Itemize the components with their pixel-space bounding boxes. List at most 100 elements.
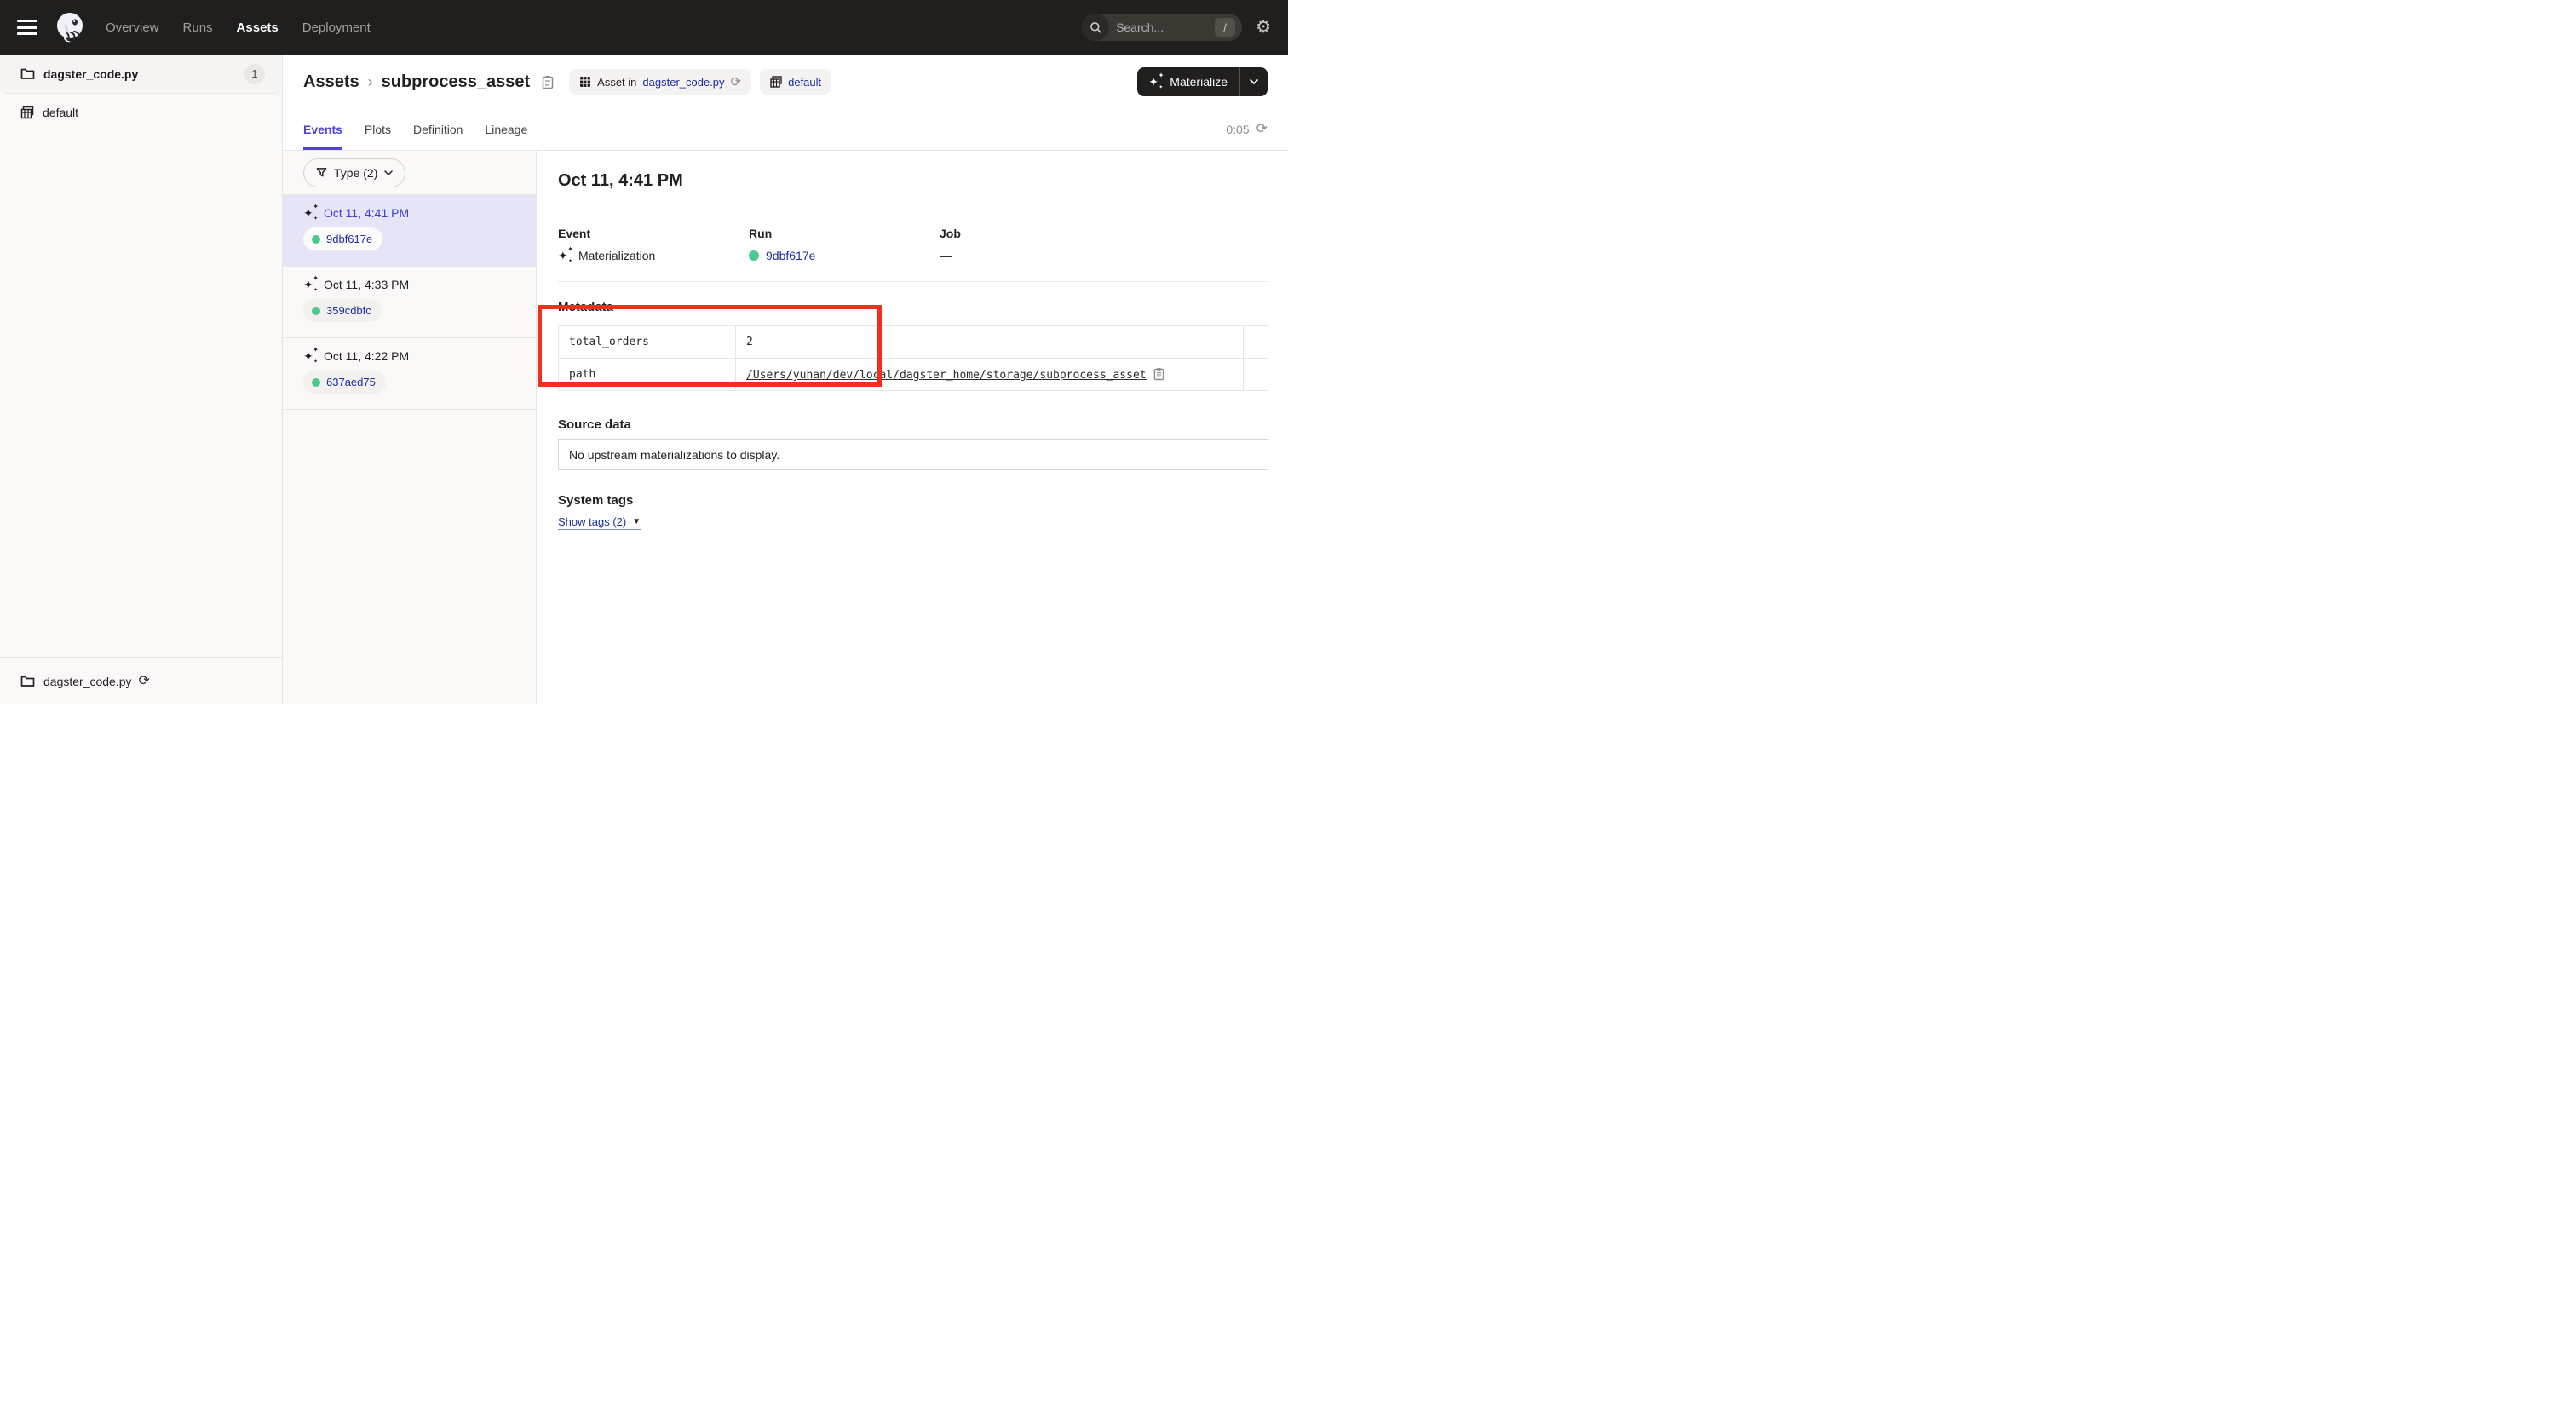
event-detail-panel: Oct 11, 4:41 PM Event ✦ Materialization R… [538,151,1288,704]
asset-table-icon [579,76,591,88]
metadata-key: total_orders [559,326,736,359]
sidebar-item-code-location[interactable]: dagster_code.py 1 [0,55,282,94]
reload-code-location-icon[interactable]: ⟳ [139,675,150,688]
job-value: — [940,249,952,262]
asset-group-icon [770,76,782,88]
gear-icon[interactable]: ⚙ [1256,19,1271,36]
refresh-countdown: 0:05 [1226,123,1249,136]
run-pill[interactable]: 637aed75 [303,371,386,394]
nav-item-assets[interactable]: Assets [237,20,279,35]
code-location-chip: Asset in dagster_code.py ⟳ [569,69,751,95]
asset-header: Assets › subprocess_asset Asset in dagst… [283,55,1288,109]
tab-plots[interactable]: Plots [365,109,391,150]
path-link[interactable]: /Users/yuhan/dev/local/dagster_home/stor… [746,369,1147,382]
run-id: 637aed75 [326,376,376,388]
chip-prefix: Asset in [597,76,636,89]
run-id-link[interactable]: 9dbf617e [766,249,815,262]
tab-events[interactable]: Events [303,109,342,150]
tabs-row: Events Plots Definition Lineage 0:05 ⟳ [283,109,1288,151]
event-filter-row: Type (2) [283,151,536,195]
materialization-icon: ✦ [303,207,317,219]
event-list-item[interactable]: ✦ Oct 11, 4:33 PM 359cdbfc [283,267,536,338]
event-date: Oct 11, 4:41 PM [324,206,409,220]
search-shortcut-badge: / [1215,18,1235,37]
event-date: Oct 11, 4:33 PM [324,278,409,291]
source-data-empty-state: No upstream materializations to display. [558,439,1268,470]
group-chip: default [760,69,831,95]
materialize-label: Materialize [1170,75,1228,89]
sidebar-bottom-code-location[interactable]: dagster_code.py ⟳ [0,657,282,704]
chip-code-location-link[interactable]: dagster_code.py [642,76,724,89]
filter-funnel-icon [316,167,327,178]
type-filter-label: Type (2) [334,166,377,180]
metadata-heading: Metadata [558,300,1268,314]
materialization-icon: ✦ [303,350,317,362]
copy-path-icon[interactable] [1153,367,1164,381]
materialize-button[interactable]: ✦ Materialize [1137,75,1239,89]
run-status-dot [749,250,759,261]
run-status-dot [312,235,320,244]
run-label: Run [749,227,940,240]
hamburger-menu-icon[interactable] [17,20,37,35]
metadata-key: path [559,359,736,391]
nav-item-deployment[interactable]: Deployment [302,20,371,35]
materialization-icon: ✦ [303,279,317,290]
show-tags-toggle[interactable]: Show tags (2) ▼ [558,515,641,530]
asset-count-badge: 1 [244,64,265,84]
nav-links: Overview Runs Assets Deployment [106,20,371,35]
nav-item-overview[interactable]: Overview [106,20,159,35]
system-tags-heading: System tags [558,493,1268,508]
source-data-empty-text: No upstream materializations to display. [569,448,779,462]
event-date: Oct 11, 4:22 PM [324,349,409,363]
run-pill[interactable]: 359cdbfc [303,299,382,322]
run-pill[interactable]: 9dbf617e [303,227,382,250]
materialization-icon: ✦ [558,250,572,262]
event-detail-title: Oct 11, 4:41 PM [558,171,1268,191]
dagster-app: Overview Runs Assets Deployment / ⚙ dags… [0,0,1288,704]
type-filter-button[interactable]: Type (2) [303,158,405,187]
run-status-dot [312,307,320,315]
code-location-label: dagster_code.py [43,67,138,81]
search-icon [1082,14,1109,41]
folder-icon [20,67,35,80]
refresh-icon[interactable]: ⟳ [1256,123,1268,136]
run-status-dot [312,378,320,387]
folder-icon [20,675,35,687]
event-list-item[interactable]: ✦ Oct 11, 4:22 PM 637aed75 [283,338,536,410]
asset-chips: Asset in dagster_code.py ⟳ default [569,69,831,95]
search-box[interactable]: / [1082,14,1242,41]
event-label: Event [558,227,749,240]
event-list: Type (2) ✦ Oct 11, 4:41 PM 9dbf617e ✦ Oct … [283,151,537,704]
search-input[interactable] [1116,20,1201,34]
metadata-table: total_orders 2 path /Users/yuhan/dev/loc… [558,325,1268,391]
chip-group-link[interactable]: default [788,76,821,89]
copy-asset-name-icon[interactable] [542,75,554,89]
table-row: path /Users/yuhan/dev/local/dagster_home… [559,359,1268,391]
chevron-down-icon [384,170,393,175]
top-nav: Overview Runs Assets Deployment / ⚙ [0,0,1288,55]
event-value: Materialization [578,249,655,262]
sidebar: dagster_code.py 1 default dagster_code.p… [0,55,283,704]
tab-lineage[interactable]: Lineage [485,109,527,150]
show-tags-label: Show tags (2) [558,515,626,528]
materialize-sparkle-icon: ✦ [1148,76,1162,88]
event-list-item[interactable]: ✦ Oct 11, 4:41 PM 9dbf617e [283,195,536,267]
run-id: 359cdbfc [326,304,371,317]
bottom-code-location-label: dagster_code.py [43,675,132,688]
job-label: Job [940,227,1130,240]
breadcrumb-assets[interactable]: Assets [303,72,359,92]
sidebar-item-group-default[interactable]: default [0,94,282,131]
source-data-heading: Source data [558,417,1268,432]
page-title: subprocess_asset [382,72,531,92]
chevron-down-icon [1250,79,1258,84]
breadcrumb: Assets › subprocess_asset [303,72,554,92]
materialize-dropdown-button[interactable] [1240,79,1268,84]
dagster-logo[interactable] [53,10,87,44]
nav-item-runs[interactable]: Runs [183,20,213,35]
table-row: total_orders 2 [559,326,1268,359]
metadata-value: /Users/yuhan/dev/local/dagster_home/stor… [736,359,1244,391]
main-area: Assets › subprocess_asset Asset in dagst… [283,55,1288,704]
chip-reload-icon[interactable]: ⟳ [731,76,742,89]
run-id: 9dbf617e [326,233,372,245]
tab-definition[interactable]: Definition [413,109,463,150]
